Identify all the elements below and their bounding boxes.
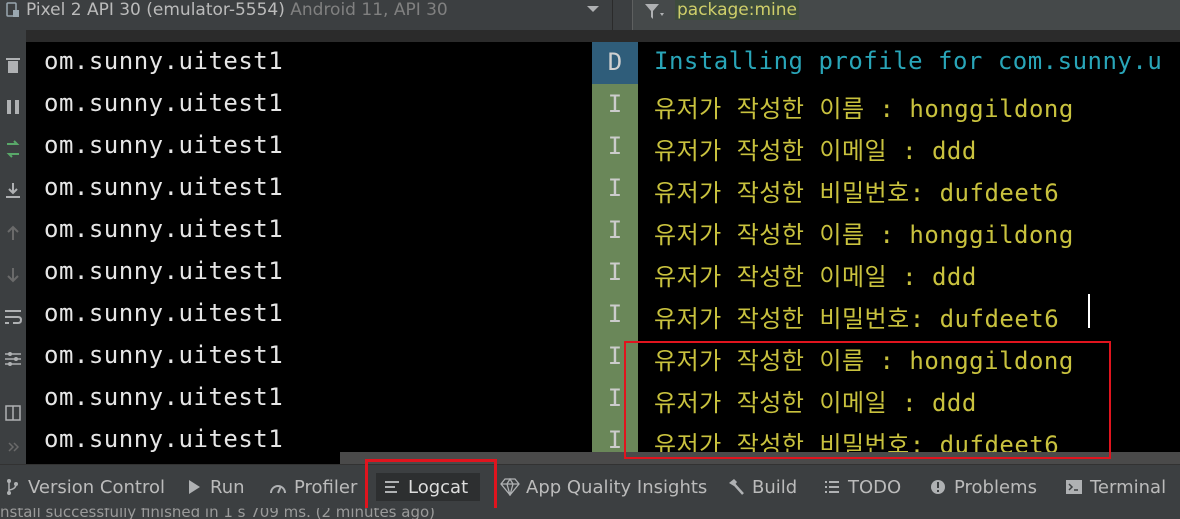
branch-icon [2,477,22,497]
hammer-icon [726,477,746,497]
device-icon [6,2,19,17]
gauge-icon [268,477,288,497]
log-level-badge: D [592,42,638,84]
tab-run[interactable]: Run [184,473,245,501]
highlight-box [624,341,1111,459]
log-level-badge: I [592,210,638,252]
log-row: om.sunny.uitest1 I 유저가 작성한 이메일 : ddd [26,126,1180,168]
log-row: om.sunny.uitest1 I 유저가 작성한 비밀번호: dufdeet… [26,168,1180,210]
log-row: om.sunny.uitest1 D Installing profile fo… [26,42,1180,84]
tab-problems[interactable]: Problems [928,473,1037,501]
device-selector[interactable]: Pixel 2 API 30 (emulator-5554) Android 1… [0,0,613,30]
diamond-icon [500,477,520,497]
settings-sliders-icon[interactable] [0,346,26,372]
log-message: 유저가 작성한 이메일 : ddd [654,137,977,165]
log-package: om.sunny.uitest1 [44,257,284,285]
restart-icon[interactable] [0,136,26,162]
text-cursor [1088,294,1090,328]
warning-circle-icon [928,477,948,497]
arrow-up-icon[interactable] [0,220,26,246]
log-message: 유저가 작성한 이름 : honggildong [654,221,1074,249]
tool-window-bar: Version Control Run Profiler Logcat App … [0,464,1180,509]
filter-query: package:mine [675,0,800,20]
tab-version-control[interactable]: Version Control [2,473,165,501]
logcat-side-toolbar [0,30,26,464]
device-label: Pixel 2 API 30 (emulator-5554) Android 1… [26,0,448,20]
log-row: om.sunny.uitest1 I 유저가 작성한 이름 : honggild… [26,210,1180,252]
scroll-to-end-icon[interactable] [0,178,26,204]
tab-todo[interactable]: TODO [822,473,901,501]
log-row: om.sunny.uitest1 I 유저가 작성한 이메일 : ddd [26,252,1180,294]
tab-app-quality-insights[interactable]: App Quality Insights [500,473,707,501]
chevron-down-icon [587,6,599,12]
log-package: om.sunny.uitest1 [44,425,284,453]
log-package: om.sunny.uitest1 [44,47,284,75]
clear-logcat-icon[interactable] [0,52,26,78]
log-message: 유저가 작성한 이름 : honggildong [654,95,1074,123]
log-row: om.sunny.uitest1 I 유저가 작성한 비밀번호: dufdeet… [26,294,1180,336]
log-package: om.sunny.uitest1 [44,383,284,411]
top-bar: Pixel 2 API 30 (emulator-5554) Android 1… [0,0,1180,30]
tab-terminal[interactable]: Terminal [1064,473,1166,501]
pause-icon[interactable] [0,94,26,120]
list-icon [822,477,842,497]
log-level-badge: I [592,168,638,210]
soft-wrap-icon[interactable] [0,304,26,330]
filter-icon [645,4,664,19]
log-level-badge: I [592,252,638,294]
terminal-icon [1064,477,1084,497]
log-package: om.sunny.uitest1 [44,173,284,201]
log-package: om.sunny.uitest1 [44,89,284,117]
log-message: 유저가 작성한 비밀번호: dufdeet6 [654,179,1060,207]
log-package: om.sunny.uitest1 [44,131,284,159]
log-message: 유저가 작성한 비밀번호: dufdeet6 [654,305,1060,333]
log-message: 유저가 작성한 이메일 : ddd [654,263,977,291]
split-view-icon[interactable] [0,400,26,426]
logcat-filter-input[interactable]: package:mine [632,0,1180,30]
tab-profiler[interactable]: Profiler [268,473,357,501]
play-icon [184,477,204,497]
log-level-badge: I [592,126,638,168]
status-text: nstall successfully finished in 1 s 709 … [0,508,435,519]
more-icon[interactable] [0,434,26,460]
log-package: om.sunny.uitest1 [44,299,284,327]
tab-build[interactable]: Build [726,473,797,501]
log-level-badge: I [592,84,638,126]
log-row: om.sunny.uitest1 I 유저가 작성한 이름 : honggild… [26,84,1180,126]
log-level-badge: I [592,294,638,336]
log-package: om.sunny.uitest1 [44,215,284,243]
log-message: Installing profile for com.sunny.u [654,47,1163,75]
arrow-down-icon[interactable] [0,262,26,288]
status-bar: nstall successfully finished in 1 s 709 … [0,508,1180,519]
log-package: om.sunny.uitest1 [44,341,284,369]
